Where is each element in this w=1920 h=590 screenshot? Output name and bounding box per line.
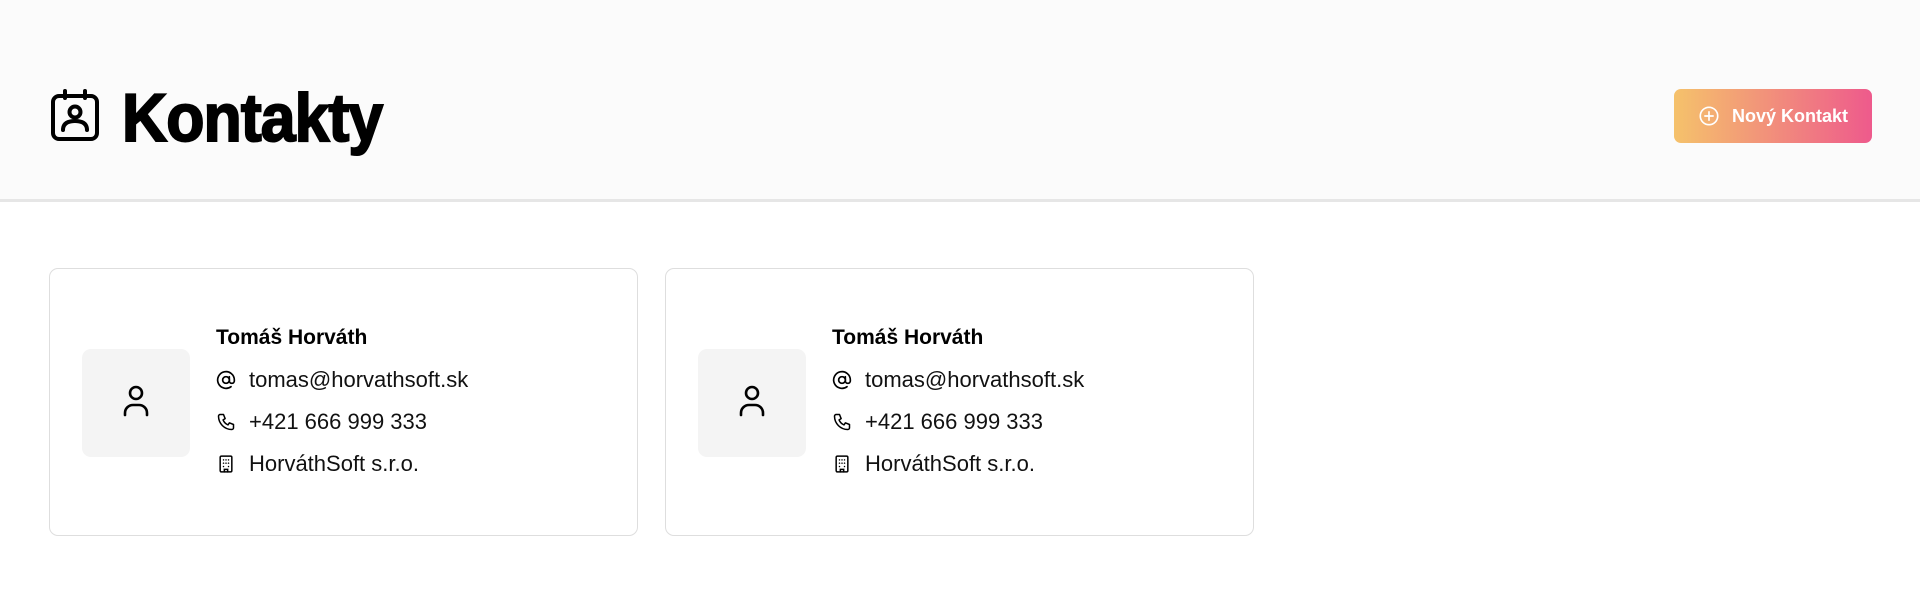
phone-icon [832,412,852,432]
contact-email[interactable]: tomas@horvathsoft.sk [865,367,1084,393]
user-icon [737,384,767,423]
avatar [698,349,806,457]
avatar [82,349,190,457]
contact-phone[interactable]: +421 666 999 333 [249,409,427,435]
new-contact-button-label: Nový Kontakt [1731,105,1848,126]
contact-name: Tomáš Horváth [216,326,368,349]
contact-name: Tomáš Horváth [832,326,984,349]
at-sign-icon [832,370,852,390]
contact-card[interactable]: Tomáš Horváth tomas@horvathsoft.sk +421 … [49,268,638,536]
page-header: Kontakty Nový Kontakt [0,0,1920,202]
contact-phone-row: +421 666 999 333 [216,409,468,435]
contact-company-row: HorváthSoft s.r.o. [832,451,1084,477]
new-contact-button[interactable]: Nový Kontakt [1674,89,1872,143]
contact-company: HorváthSoft s.r.o. [249,451,419,476]
contact-email-row: tomas@horvathsoft.sk [832,367,1084,393]
contact-email-row: tomas@horvathsoft.sk [216,367,468,393]
contact-company-row: HorváthSoft s.r.o. [216,451,468,477]
contact-company: HorváthSoft s.r.o. [865,451,1035,476]
building-icon [216,454,236,474]
contact-card-icon [50,88,100,142]
contact-phone-row: +421 666 999 333 [832,409,1084,435]
phone-icon [216,412,236,432]
plus-circle-icon [1698,105,1720,127]
at-sign-icon [216,370,236,390]
contact-phone[interactable]: +421 666 999 333 [865,409,1043,435]
building-icon [832,454,852,474]
page-title: Kontakty [121,79,384,157]
contact-email[interactable]: tomas@horvathsoft.sk [249,367,468,393]
contact-card[interactable]: Tomáš Horváth tomas@horvathsoft.sk +421 … [665,268,1254,536]
user-icon [121,384,151,423]
